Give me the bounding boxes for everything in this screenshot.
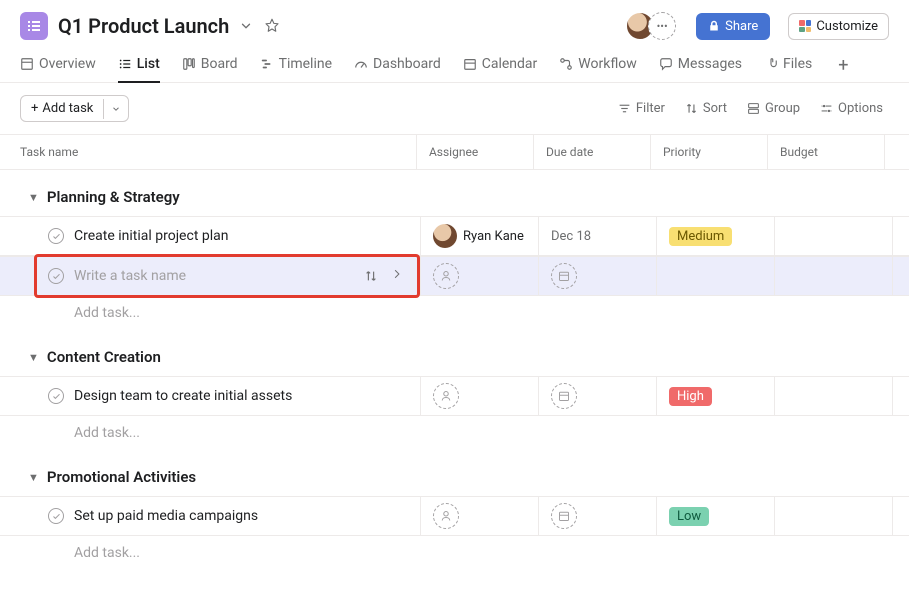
budget-cell[interactable] <box>774 497 892 535</box>
project-title[interactable]: Q1 Product Launch <box>58 14 229 38</box>
add-member-icon[interactable]: ••• <box>648 12 676 40</box>
priority-pill[interactable]: Medium <box>669 227 732 246</box>
task-name: Set up paid media campaigns <box>74 508 258 524</box>
group-icon <box>747 102 760 115</box>
files-icon <box>764 57 778 71</box>
section-header-promo[interactable]: ▼ Promotional Activities <box>0 450 909 496</box>
date-placeholder-icon[interactable] <box>551 263 577 289</box>
view-tabs: Overview List Board Timeline Dashboard C… <box>0 48 909 83</box>
filter-button[interactable]: Filter <box>612 97 671 120</box>
list-icon <box>118 57 132 71</box>
date-placeholder-icon[interactable] <box>551 503 577 529</box>
section-promo: ▼ Promotional Activities Set up paid med… <box>0 450 909 570</box>
col-priority[interactable]: Priority <box>650 135 767 169</box>
add-task-inline[interactable]: Add task... <box>0 536 909 570</box>
tab-messages[interactable]: Messages <box>659 48 742 82</box>
board-icon <box>182 57 196 71</box>
section-header-planning[interactable]: ▼ Planning & Strategy <box>0 170 909 216</box>
member-avatars[interactable]: ••• <box>626 12 676 40</box>
tab-overview[interactable]: Overview <box>20 48 96 82</box>
tab-dashboard[interactable]: Dashboard <box>354 48 441 82</box>
add-tab-button[interactable]: + <box>834 51 852 80</box>
task-name: Design team to create initial assets <box>74 388 292 404</box>
assignee-cell[interactable]: Ryan Kane <box>433 224 524 248</box>
dashboard-icon <box>354 57 368 71</box>
task-row[interactable]: Set up paid media campaigns Low <box>0 496 909 536</box>
options-button[interactable]: Options <box>814 97 889 120</box>
timeline-icon <box>260 57 274 71</box>
page-header: Q1 Product Launch ••• Share Customize <box>0 0 909 48</box>
star-icon[interactable] <box>263 17 281 35</box>
overview-icon <box>20 57 34 71</box>
complete-toggle[interactable] <box>48 268 64 284</box>
tab-files[interactable]: Files <box>764 48 812 82</box>
assign-placeholder-icon[interactable] <box>433 503 459 529</box>
project-menu-caret[interactable] <box>239 19 253 33</box>
customize-button[interactable]: Customize <box>788 13 889 40</box>
budget-cell[interactable] <box>774 377 892 415</box>
sort-button[interactable]: Sort <box>679 97 733 120</box>
col-budget[interactable]: Budget <box>767 135 884 169</box>
col-task-name[interactable]: Task name <box>0 135 416 169</box>
section-planning: ▼ Planning & Strategy Create initial pro… <box>0 170 909 330</box>
date-placeholder-icon[interactable] <box>551 383 577 409</box>
col-extra[interactable] <box>884 135 909 169</box>
col-due[interactable]: Due date <box>533 135 650 169</box>
priority-cell[interactable] <box>656 257 774 295</box>
customize-icon <box>799 20 811 32</box>
filter-icon <box>618 102 631 115</box>
complete-toggle[interactable] <box>48 508 64 524</box>
tab-calendar[interactable]: Calendar <box>463 48 538 82</box>
complete-toggle[interactable] <box>48 388 64 404</box>
messages-icon <box>659 57 673 71</box>
budget-cell[interactable] <box>774 217 892 255</box>
tab-board[interactable]: Board <box>182 48 238 82</box>
group-button[interactable]: Group <box>741 97 806 120</box>
add-task-caret[interactable] <box>103 99 128 119</box>
project-icon <box>20 12 48 40</box>
add-task-button[interactable]: +Add task <box>20 95 129 122</box>
complete-toggle[interactable] <box>48 228 64 244</box>
calendar-icon <box>463 57 477 71</box>
priority-pill[interactable]: High <box>669 387 712 406</box>
options-icon <box>820 102 833 115</box>
list-toolbar: +Add task Filter Sort Group Options <box>0 83 909 134</box>
assign-placeholder-icon[interactable] <box>433 263 459 289</box>
plus-icon: + <box>31 101 38 116</box>
add-task-inline[interactable]: Add task... <box>0 416 909 450</box>
task-row[interactable]: Design team to create initial assets Hig… <box>0 376 909 416</box>
share-button[interactable]: Share <box>696 13 770 40</box>
lock-icon <box>708 20 720 32</box>
assign-placeholder-icon[interactable] <box>433 383 459 409</box>
tab-timeline[interactable]: Timeline <box>260 48 332 82</box>
workflow-icon <box>559 57 573 71</box>
tab-workflow[interactable]: Workflow <box>559 48 637 82</box>
move-icon[interactable] <box>364 269 378 283</box>
task-row[interactable]: Create initial project plan Ryan Kane De… <box>0 216 909 256</box>
avatar <box>433 224 457 248</box>
chevron-down-icon: ▼ <box>28 471 39 484</box>
section-header-content[interactable]: ▼ Content Creation <box>0 330 909 376</box>
task-name: Create initial project plan <box>74 228 228 244</box>
tab-list[interactable]: List <box>118 48 160 82</box>
new-task-row[interactable]: ⋮⋮ Write a task name <box>0 256 909 296</box>
chevron-down-icon: ▼ <box>28 351 39 364</box>
sort-icon <box>685 102 698 115</box>
table-header: Task name Assignee Due date Priority Bud… <box>0 134 909 170</box>
section-content: ▼ Content Creation Design team to create… <box>0 330 909 450</box>
task-name-input[interactable]: Write a task name <box>74 268 186 284</box>
priority-pill[interactable]: Low <box>669 507 709 526</box>
budget-cell[interactable] <box>774 257 892 295</box>
chevron-down-icon: ▼ <box>28 191 39 204</box>
open-details-icon[interactable] <box>392 269 402 283</box>
add-task-inline[interactable]: Add task... <box>0 296 909 330</box>
col-assignee[interactable]: Assignee <box>416 135 533 169</box>
due-date[interactable]: Dec 18 <box>551 229 591 244</box>
